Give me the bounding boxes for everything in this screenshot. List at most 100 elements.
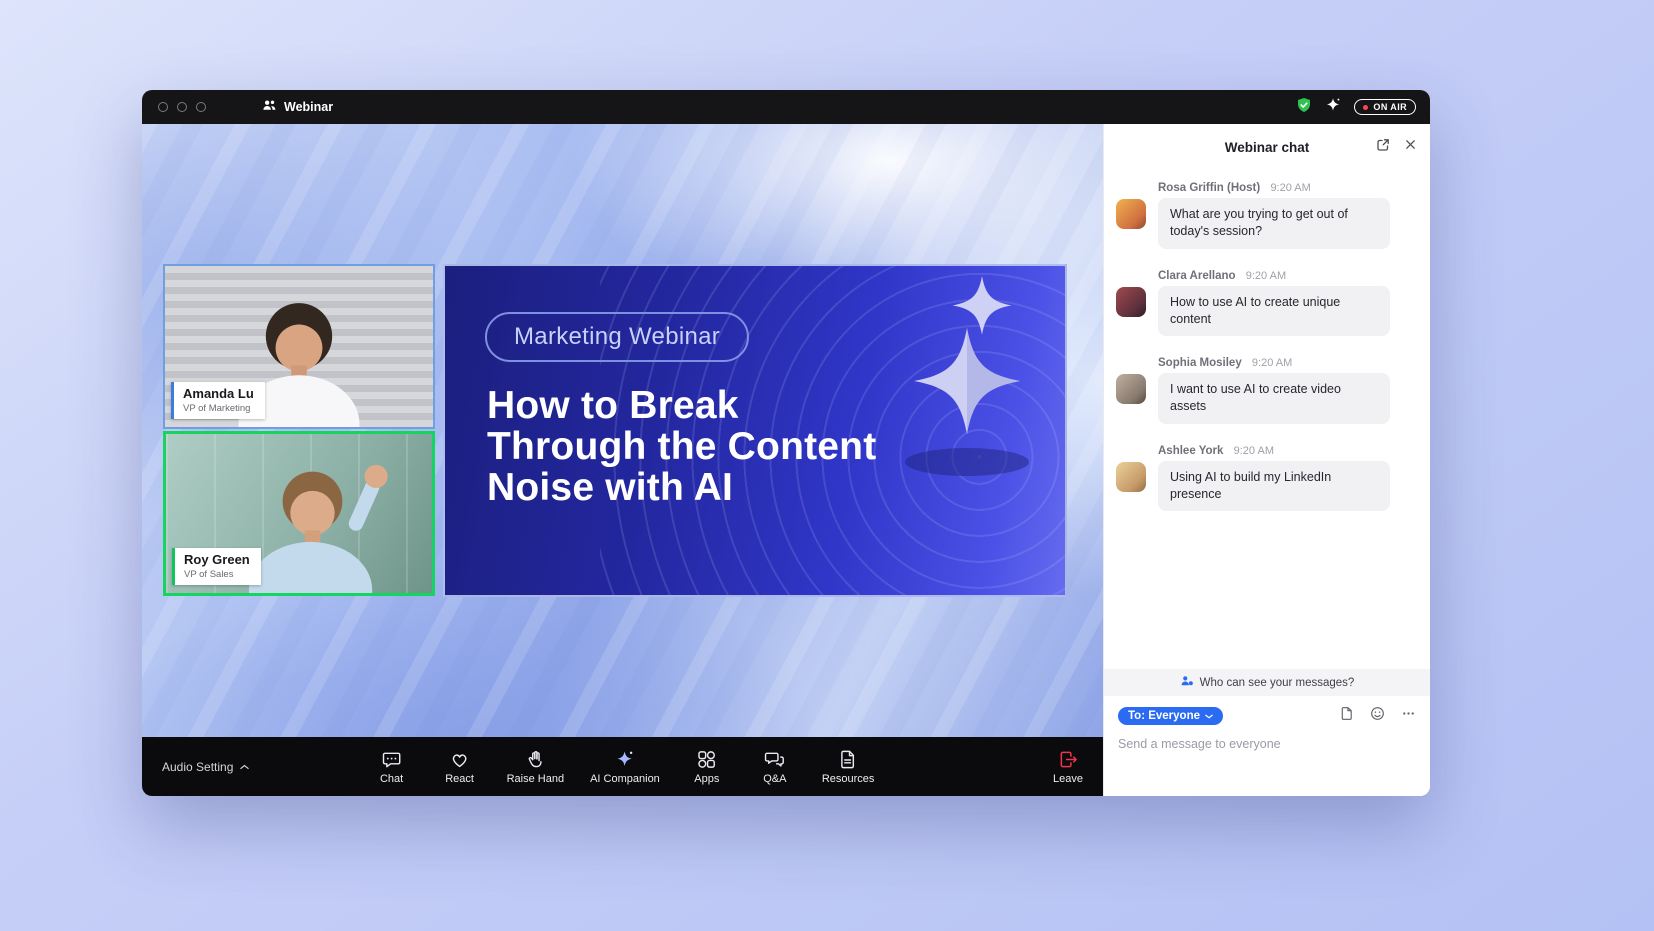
ai-sparkle-icon — [614, 749, 635, 770]
apps-button[interactable]: Apps — [686, 749, 728, 785]
message-header: Sophia Mosiley 9:20 AM — [1158, 357, 1416, 369]
message-time: 9:20 AM — [1246, 270, 1286, 282]
slide-heading: How to Break Through the Content Noise w… — [487, 386, 876, 509]
leave-button-label: Leave — [1053, 773, 1083, 785]
desktop-background: Webinar ON AIR — [0, 0, 1654, 931]
minimize-window-button[interactable] — [177, 102, 187, 112]
webinar-window: Webinar ON AIR — [142, 90, 1430, 796]
more-icon[interactable] — [1401, 706, 1416, 726]
avatar — [1116, 462, 1146, 492]
chat-message: Ashlee York 9:20 AM Using AI to build my… — [1116, 445, 1416, 512]
emoji-icon[interactable] — [1370, 706, 1385, 726]
nametag-amanda: Amanda Lu VP of Marketing — [171, 382, 265, 419]
composer-toolbar: To: Everyone — [1118, 706, 1416, 726]
chat-header: Webinar chat — [1104, 124, 1430, 170]
stage-column: Amanda Lu VP of Marketing — [142, 124, 1103, 796]
chat-message-list: Rosa Griffin (Host) 9:20 AM What are you… — [1104, 170, 1430, 669]
sparkle-icon[interactable] — [1325, 97, 1341, 118]
message-author: Clara Arellano — [1158, 270, 1236, 282]
message-author: Sophia Mosiley — [1158, 357, 1242, 369]
slide-heading-line: Through the Content — [487, 427, 876, 468]
message-header: Clara Arellano 9:20 AM — [1158, 270, 1416, 282]
message-bubble: I want to use AI to create video assets — [1158, 373, 1390, 424]
toolbar-button-label: AI Companion — [590, 773, 660, 785]
heart-icon — [449, 749, 470, 770]
file-icon[interactable] — [1339, 706, 1354, 726]
chat-bubble-icon — [381, 749, 402, 770]
speaker-tile-roy[interactable]: Roy Green VP of Sales — [163, 431, 435, 596]
on-air-badge: ON AIR — [1354, 99, 1416, 115]
speaker-role: VP of Sales — [184, 569, 250, 580]
chat-composer: To: Everyone — [1104, 696, 1430, 796]
toolbar-button-label: Apps — [694, 773, 719, 785]
webinar-people-icon — [262, 98, 277, 116]
toolbar-button-label: Chat — [380, 773, 403, 785]
titlebar: Webinar ON AIR — [142, 90, 1430, 124]
who-can-see-label: Who can see your messages? — [1200, 677, 1355, 689]
titlebar-status-group: ON AIR — [1296, 97, 1416, 118]
main-area: Amanda Lu VP of Marketing — [142, 124, 1430, 796]
message-time: 9:20 AM — [1252, 357, 1292, 369]
video-canvas: Amanda Lu VP of Marketing — [142, 124, 1103, 737]
audio-setting-button[interactable]: Audio Setting — [162, 760, 249, 774]
pop-out-icon[interactable] — [1375, 137, 1391, 158]
toolbar-button-label: Resources — [822, 773, 875, 785]
shield-check-icon[interactable] — [1296, 97, 1312, 118]
avatar — [1116, 374, 1146, 404]
ai-companion-button[interactable]: AI Companion — [590, 749, 660, 785]
leave-door-icon — [1058, 749, 1079, 770]
speaker-name: Amanda Lu — [183, 386, 254, 401]
close-window-button[interactable] — [158, 102, 168, 112]
resources-icon — [838, 749, 859, 770]
avatar — [1116, 199, 1146, 229]
on-air-dot-icon — [1363, 105, 1368, 110]
to-selector-label: To: Everyone — [1128, 710, 1200, 722]
chat-message: Rosa Griffin (Host) 9:20 AM What are you… — [1116, 182, 1416, 249]
chevron-up-icon — [240, 764, 249, 770]
speaker-role: VP of Marketing — [183, 403, 254, 414]
apps-icon — [696, 749, 717, 770]
toolbar-button-label: React — [445, 773, 474, 785]
message-time: 9:20 AM — [1270, 182, 1310, 194]
message-bubble: How to use AI to create unique content — [1158, 286, 1390, 337]
slide-badge: Marketing Webinar — [485, 312, 749, 362]
message-header: Rosa Griffin (Host) 9:20 AM — [1158, 182, 1416, 194]
toolbar-button-label: Q&A — [763, 773, 786, 785]
who-can-see-link[interactable]: Who can see your messages? — [1104, 669, 1430, 696]
on-air-label: ON AIR — [1373, 102, 1407, 112]
raise-hand-button[interactable]: Raise Hand — [507, 749, 564, 785]
message-bubble: What are you trying to get out of today'… — [1158, 198, 1390, 249]
leave-button[interactable]: Leave — [1053, 749, 1083, 785]
speaker-tile-amanda[interactable]: Amanda Lu VP of Marketing — [163, 264, 435, 429]
chat-message-input[interactable] — [1118, 737, 1416, 751]
chevron-down-icon — [1205, 714, 1213, 719]
react-button[interactable]: React — [439, 749, 481, 785]
shared-slide: Marketing Webinar How to Break Through t… — [443, 264, 1067, 597]
speaker-name: Roy Green — [184, 552, 250, 567]
qa-icon — [764, 749, 785, 770]
message-author: Ashlee York — [1158, 445, 1223, 457]
slide-heading-line: How to Break — [487, 386, 876, 427]
meeting-toolbar: Audio Setting Chat React — [142, 737, 1103, 796]
chat-header-icons — [1375, 137, 1417, 158]
chat-message: Clara Arellano 9:20 AM How to use AI to … — [1116, 270, 1416, 337]
composer-icons — [1339, 706, 1416, 726]
message-author: Rosa Griffin (Host) — [1158, 182, 1260, 194]
close-icon[interactable] — [1404, 138, 1417, 156]
slide-heading-line: Noise with AI — [487, 468, 876, 509]
maximize-window-button[interactable] — [196, 102, 206, 112]
toolbar-button-label: Raise Hand — [507, 773, 564, 785]
message-bubble: Using AI to build my LinkedIn presence — [1158, 461, 1390, 512]
message-time: 9:20 AM — [1234, 445, 1274, 457]
raise-hand-icon — [525, 749, 546, 770]
resources-button[interactable]: Resources — [822, 749, 875, 785]
chat-message: Sophia Mosiley 9:20 AM I want to use AI … — [1116, 357, 1416, 424]
window-title-group: Webinar — [262, 98, 333, 116]
chat-button[interactable]: Chat — [371, 749, 413, 785]
qa-button[interactable]: Q&A — [754, 749, 796, 785]
to-everyone-selector[interactable]: To: Everyone — [1118, 707, 1223, 725]
people-icon — [1180, 674, 1194, 691]
webinar-chat-panel: Webinar chat Rosa Griffin — [1103, 124, 1430, 796]
toolbar-buttons: Chat React Raise Hand AI Companion — [371, 737, 875, 796]
window-title: Webinar — [284, 100, 333, 114]
